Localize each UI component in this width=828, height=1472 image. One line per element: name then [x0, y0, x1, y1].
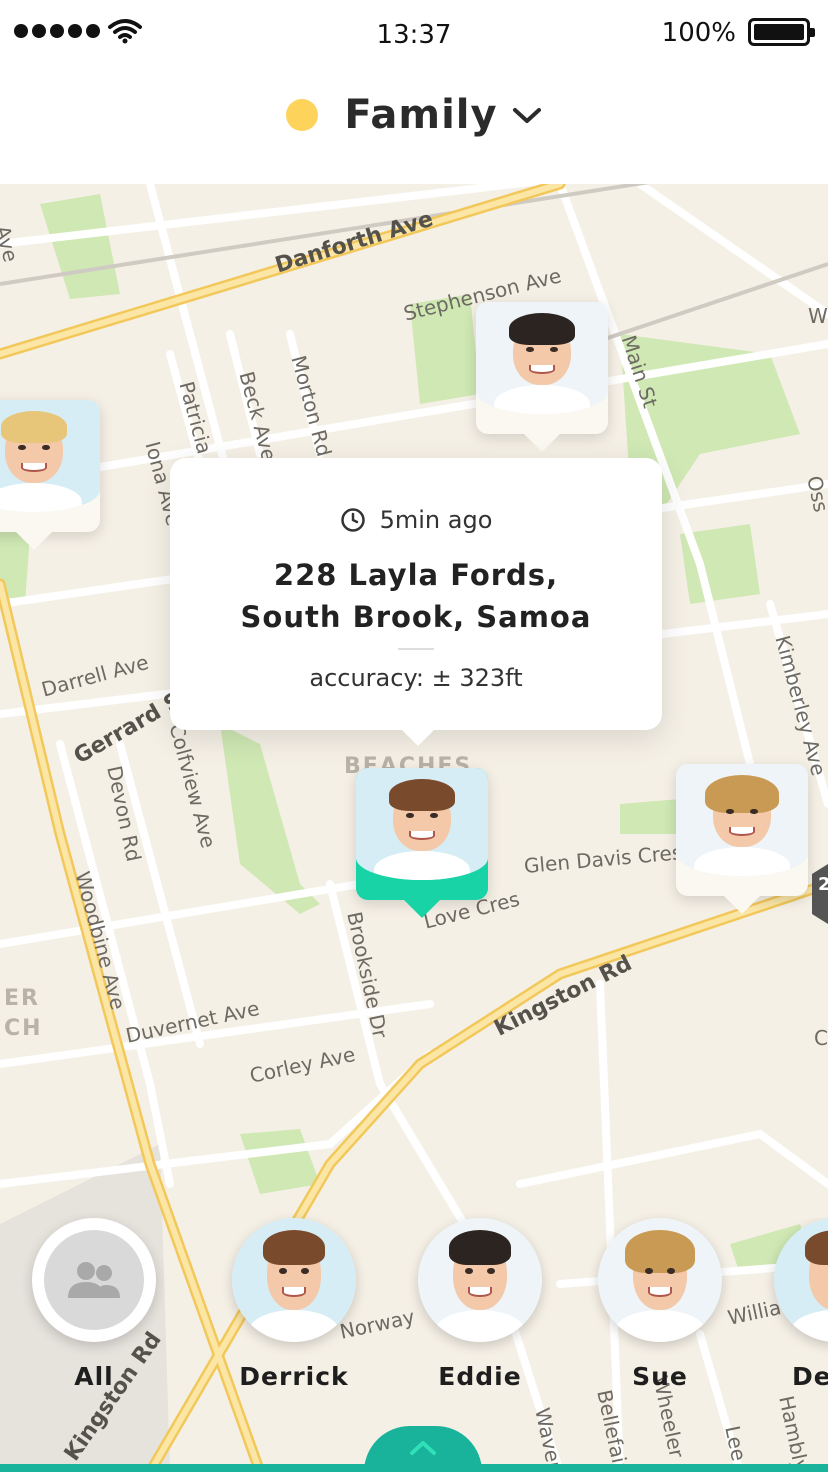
address-line-1: 228 Layla Fords,	[273, 558, 559, 592]
map-marker-eddie[interactable]	[476, 302, 608, 452]
group-title: Family	[344, 92, 498, 138]
location-info-popup[interactable]: 5min ago 228 Layla Fords, South Brook, S…	[170, 458, 662, 746]
street-label: W	[808, 304, 828, 328]
chevron-down-icon[interactable]	[512, 105, 542, 125]
divider	[398, 648, 434, 650]
avatar	[32, 1218, 156, 1342]
avatar	[598, 1218, 722, 1342]
member-name: Derrick	[239, 1362, 349, 1391]
chevron-up-icon	[410, 1441, 436, 1455]
member-photo	[0, 400, 100, 512]
map-marker-sue[interactable]	[676, 764, 808, 914]
avatar	[418, 1218, 542, 1342]
area-label: ER	[4, 986, 40, 1011]
group-icon	[68, 1262, 120, 1298]
last-seen-time: 5min ago	[379, 506, 493, 534]
area-label: CH	[4, 1016, 43, 1041]
group-color-dot	[286, 99, 319, 131]
avatar	[774, 1218, 828, 1342]
location-accuracy: accuracy: ± 323ft	[309, 664, 523, 692]
route-shield: 2	[818, 874, 828, 895]
battery-icon	[748, 18, 815, 46]
clock-icon	[340, 508, 365, 532]
street-label: C	[814, 1026, 828, 1050]
last-seen-row: 5min ago	[170, 506, 662, 534]
member-sue[interactable]: Sue	[570, 1218, 750, 1391]
header: Family	[0, 70, 828, 184]
battery-percent: 100%	[661, 18, 736, 48]
member-name: All	[74, 1362, 114, 1391]
member-name: Eddie	[438, 1362, 522, 1391]
location-address: 228 Layla Fords, South Brook, Samoa	[170, 554, 662, 638]
status-bar: 13:37 100%	[0, 0, 828, 70]
member-name: Sue	[632, 1362, 688, 1391]
member-eddie[interactable]: Eddie	[390, 1218, 570, 1391]
member-all[interactable]: All	[4, 1218, 184, 1391]
map-marker-child[interactable]	[0, 400, 100, 550]
member-photo	[476, 302, 608, 414]
address-line-2: South Brook, Samoa	[240, 600, 592, 634]
member-name: De	[792, 1362, 828, 1391]
map-marker-derrick[interactable]	[356, 768, 488, 918]
group-selector[interactable]: Family	[0, 92, 828, 138]
member-derrick[interactable]: Derrick	[204, 1218, 384, 1391]
member-photo	[356, 768, 488, 880]
avatar	[232, 1218, 356, 1342]
member-photo	[676, 764, 808, 876]
member-de[interactable]: De	[750, 1218, 828, 1391]
